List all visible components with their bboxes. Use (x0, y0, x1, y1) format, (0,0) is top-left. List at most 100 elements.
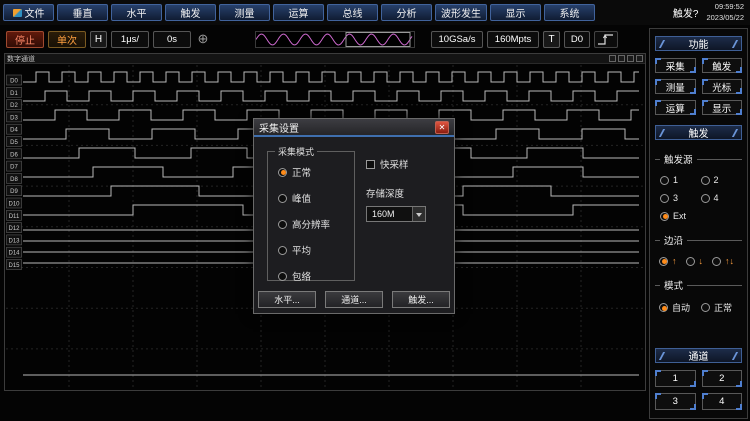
measure-button[interactable]: 测量 (655, 79, 696, 94)
trigger-source-field[interactable]: D0 (564, 31, 590, 48)
window-control-icon[interactable] (618, 55, 625, 62)
cursor-button[interactable]: 光标 (702, 79, 743, 94)
mode-label: 高分辨率 (292, 217, 330, 231)
source-option-1[interactable]: 1 (660, 175, 697, 185)
memory-depth-dropdown[interactable]: 160M (366, 206, 426, 222)
channel-dialog-button[interactable]: 通道... (325, 291, 383, 308)
acquisition-dialog: 采集设置 ✕ 采集模式 正常 峰值 高分辨率 (253, 118, 455, 314)
mode-label: 峰值 (292, 191, 311, 205)
offset-field[interactable]: 0s (153, 31, 191, 48)
source-option-ext[interactable]: Ext (660, 211, 697, 221)
menu-item-bus[interactable]: 总线 (327, 4, 378, 21)
channel-1-button[interactable]: 1 (655, 370, 696, 387)
svg-text:D11: D11 (9, 214, 20, 220)
mode-label: 包络 (292, 269, 311, 283)
acquire-button[interactable]: 采集 (655, 58, 696, 73)
horizontal-dialog-button[interactable]: 水平... (258, 291, 316, 308)
mode-option-average[interactable]: 平均 (278, 243, 330, 257)
svg-text:D8: D8 (10, 177, 18, 183)
timebase-field[interactable]: 1μs/ (111, 31, 149, 48)
source-label: Ext (673, 211, 686, 221)
dialog-titlebar[interactable]: 采集设置 ✕ (254, 119, 454, 137)
mode-option-hires[interactable]: 高分辨率 (278, 217, 330, 231)
trigger-status: 触发? (673, 5, 699, 20)
menu-item-vertical[interactable]: 垂直 (57, 4, 108, 21)
mode-option-auto[interactable]: 自动 (659, 301, 690, 314)
radio-icon (278, 220, 287, 229)
edge-option-rising[interactable]: ↑ (659, 256, 677, 266)
clock-time: 09:59:52 (706, 2, 744, 12)
svg-text:D1: D1 (10, 91, 18, 97)
stop-button[interactable]: 停止 (6, 31, 44, 48)
single-button[interactable]: 单次 (48, 31, 86, 48)
acquisition-mode-group: 采集模式 正常 峰值 高分辨率 (267, 151, 355, 281)
trigger-t-button[interactable]: T (543, 31, 560, 48)
trigger-button[interactable]: 触发 (702, 58, 743, 73)
svg-text:D15: D15 (8, 263, 20, 269)
mode-label: 正常 (292, 165, 311, 179)
mode-option-peak[interactable]: 峰值 (278, 191, 330, 205)
menu-item-system[interactable]: 系统 (544, 4, 595, 21)
memory-depth-value: 160Mpts (487, 31, 539, 48)
source-option-3[interactable]: 3 (660, 193, 697, 203)
divider-line (687, 285, 742, 286)
close-icon[interactable]: ✕ (435, 121, 449, 134)
file-icon (13, 9, 22, 17)
rising-arrow-icon: ↑ (672, 256, 677, 266)
divider-line (655, 240, 660, 241)
window-control-icon[interactable] (609, 55, 616, 62)
zoom-icon[interactable]: ⊕ (195, 31, 211, 47)
radio-icon (701, 176, 710, 185)
edge-label: 边沿 (655, 233, 742, 247)
menu-item-trigger[interactable]: 触发 (165, 4, 216, 21)
svg-text:D10: D10 (8, 202, 20, 208)
fast-sample-label: 快采样 (380, 157, 409, 171)
edge-option-either[interactable]: ↑↓ (712, 256, 734, 266)
checkbox-icon (366, 160, 375, 169)
rising-edge-icon[interactable] (594, 31, 618, 48)
trigger-dialog-button[interactable]: 触发... (392, 291, 450, 308)
function-buttons: 采集 触发 测量 光标 运算 显示 (655, 58, 742, 115)
menu-item-file[interactable]: 文件 (3, 4, 54, 21)
trigger-mode-options: 自动 正常 (655, 301, 742, 314)
right-panel: 功能 采集 触发 测量 光标 运算 显示 触发 触发源 1 2 (649, 28, 748, 419)
edge-option-falling[interactable]: ↓ (686, 256, 704, 266)
window-control-icon[interactable] (636, 55, 643, 62)
window-control-icon[interactable] (627, 55, 634, 62)
trigger-source-options: 1 2 3 4 Ext (655, 175, 742, 221)
menu-item-display[interactable]: 显示 (490, 4, 541, 21)
horizontal-h-button[interactable]: H (90, 31, 107, 48)
mode-option-normal[interactable]: 正常 (278, 165, 330, 179)
source-option-2[interactable]: 2 (701, 175, 738, 185)
menu-item-analyze[interactable]: 分析 (381, 4, 432, 21)
status-area: 触发? 09:59:52 2023/05/22 (673, 2, 747, 22)
rising-edge-glyph (597, 33, 615, 46)
menu-item-horizontal[interactable]: 水平 (111, 4, 162, 21)
sample-rate-value: 10GSa/s (431, 31, 483, 48)
falling-arrow-icon: ↓ (699, 256, 704, 266)
mode-label: 平均 (292, 243, 311, 257)
menu-item-measure[interactable]: 测量 (219, 4, 270, 21)
waveform-preview[interactable] (255, 31, 415, 48)
mode-option-envelope[interactable]: 包络 (278, 269, 330, 283)
source-label: 4 (714, 193, 719, 203)
source-option-4[interactable]: 4 (701, 193, 738, 203)
clock: 09:59:52 2023/05/22 (706, 2, 744, 22)
fast-sample-checkbox[interactable]: 快采样 (366, 157, 448, 171)
function-header: 功能 (655, 36, 742, 51)
channel-2-button[interactable]: 2 (702, 370, 743, 387)
menu-item-math[interactable]: 运算 (273, 4, 324, 21)
radio-icon (659, 303, 668, 312)
window-controls (609, 55, 643, 62)
math-button[interactable]: 运算 (655, 100, 696, 115)
menu-item-wavegen[interactable]: 波形发生 (435, 4, 487, 21)
divider-line (687, 240, 742, 241)
display-button[interactable]: 显示 (702, 100, 743, 115)
radio-icon (686, 257, 695, 266)
channel-4-button[interactable]: 4 (702, 393, 743, 410)
source-label: 2 (714, 175, 719, 185)
radio-icon (660, 212, 669, 221)
radio-icon (659, 257, 668, 266)
channel-3-button[interactable]: 3 (655, 393, 696, 410)
mode-option-normal[interactable]: 正常 (701, 301, 732, 314)
